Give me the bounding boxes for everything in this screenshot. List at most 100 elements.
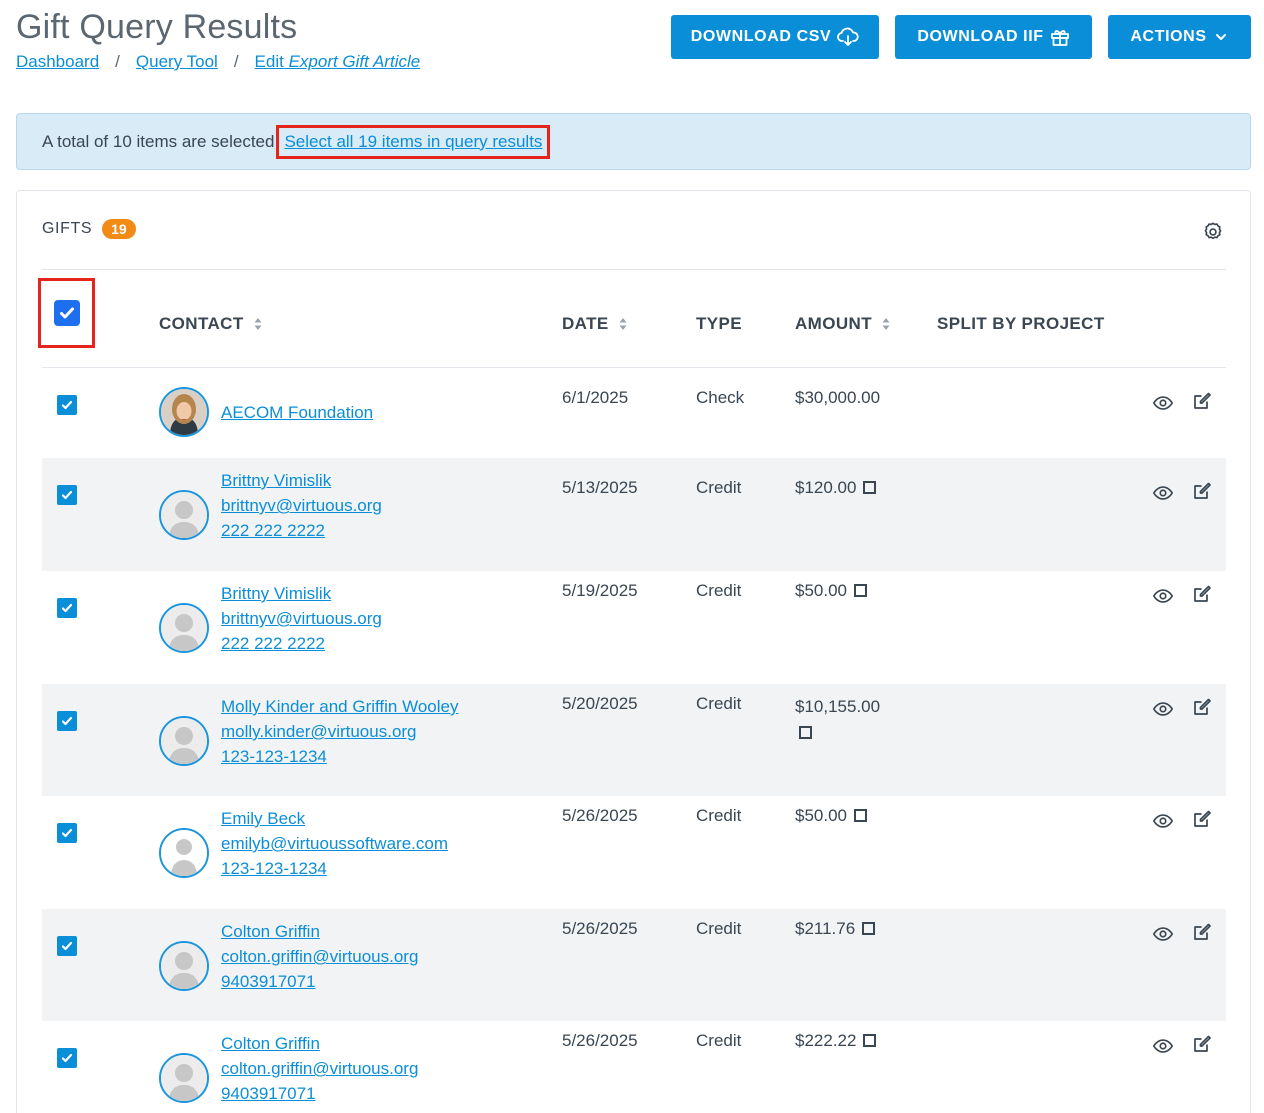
gift-amount-value: $222.22 — [795, 1031, 857, 1050]
row-checkbox[interactable] — [57, 1048, 77, 1068]
sort-icon — [882, 318, 890, 330]
download-iif-button[interactable]: DOWNLOAD IIF — [895, 15, 1092, 59]
avatar — [159, 716, 209, 766]
avatar — [159, 941, 209, 991]
selection-count-text: A total of 10 items are selected — [42, 131, 275, 151]
row-checkbox[interactable] — [57, 823, 77, 843]
contact-name-link[interactable]: Colton Griffin — [221, 919, 418, 944]
amount-checkbox[interactable] — [854, 809, 867, 822]
eye-icon[interactable] — [1152, 698, 1174, 720]
eye-icon[interactable] — [1152, 585, 1174, 607]
default-avatar-icon — [161, 830, 207, 876]
contact-phone-link[interactable]: 222 222 2222 — [221, 518, 382, 543]
contact-phone-link[interactable]: 9403917071 — [221, 1081, 418, 1106]
contact-email-link[interactable]: molly.kinder@virtuous.org — [221, 719, 458, 744]
eye-icon[interactable] — [1152, 923, 1174, 945]
contact-cell: Colton Griffin colton.griffin@virtuous.o… — [221, 919, 418, 994]
table-row: Molly Kinder and Griffin Wooley molly.ki… — [42, 684, 1226, 796]
gift-amount: $50.00 — [795, 581, 867, 601]
edit-icon[interactable] — [1192, 391, 1212, 411]
amount-checkbox[interactable] — [863, 1034, 877, 1047]
gift-icon — [1050, 30, 1069, 46]
contact-phone-link[interactable]: 123-123-1234 — [221, 856, 448, 881]
breadcrumb-edit-query-name: Export Gift Article — [288, 52, 421, 71]
edit-icon[interactable] — [1192, 697, 1212, 717]
column-header-amount[interactable]: AMOUNT — [795, 314, 890, 334]
gift-date: 5/19/2025 — [562, 581, 638, 600]
column-header-contact[interactable]: CONTACT — [159, 314, 262, 334]
actions-dropdown-button[interactable]: ACTIONS — [1108, 15, 1251, 59]
default-avatar-icon — [161, 718, 207, 764]
contact-name-link[interactable]: Emily Beck — [221, 806, 448, 831]
column-header-type-label: TYPE — [696, 314, 743, 333]
gift-type: Check — [696, 388, 745, 407]
gift-amount: $50.00 — [795, 806, 867, 826]
gear-icon[interactable] — [1202, 221, 1224, 243]
row-checkbox[interactable] — [57, 936, 77, 956]
eye-icon[interactable] — [1152, 482, 1174, 504]
column-header-amount-label: AMOUNT — [795, 314, 872, 333]
eye-icon[interactable] — [1152, 810, 1174, 832]
actions-label: ACTIONS — [1130, 28, 1207, 45]
contact-email-link[interactable]: brittnyv@virtuous.org — [221, 493, 382, 518]
contact-phone-link[interactable]: 123-123-1234 — [221, 744, 458, 769]
contact-name-link[interactable]: AECOM Foundation — [221, 400, 373, 425]
contact-email-link[interactable]: colton.griffin@virtuous.org — [221, 944, 418, 969]
download-iif-label: DOWNLOAD IIF — [917, 28, 1044, 45]
gift-amount-value: $30,000.00 — [795, 388, 881, 407]
eye-icon[interactable] — [1152, 392, 1174, 414]
row-checkbox[interactable] — [57, 711, 77, 731]
gift-amount-value: $120.00 — [795, 478, 857, 497]
row-checkbox[interactable] — [57, 598, 77, 618]
row-checkbox[interactable] — [57, 395, 77, 415]
select-all-results-link[interactable]: Select all 19 items in query results — [276, 124, 551, 159]
contact-email-link[interactable]: colton.griffin@virtuous.org — [221, 1056, 418, 1081]
contact-name-link[interactable]: Brittny Vimislik — [221, 468, 382, 493]
breadcrumb-edit-query-link[interactable]: Edit Export Gift Article — [255, 52, 421, 72]
edit-icon[interactable] — [1192, 584, 1212, 604]
breadcrumb: Dashboard / Query Tool / Edit Export Gif… — [16, 52, 420, 72]
amount-checkbox[interactable] — [799, 726, 812, 739]
amount-checkbox[interactable] — [862, 922, 876, 935]
contact-email-link[interactable]: brittnyv@virtuous.org — [221, 606, 382, 631]
contact-phone-link[interactable]: 9403917071 — [221, 969, 418, 994]
eye-icon[interactable] — [1152, 1035, 1174, 1057]
checkmark-icon — [61, 603, 73, 613]
column-header-date[interactable]: DATE — [562, 314, 627, 334]
gift-type: Credit — [696, 694, 742, 713]
select-all-checkbox[interactable] — [53, 300, 80, 326]
breadcrumb-dashboard-link[interactable]: Dashboard — [16, 52, 99, 72]
gift-type: Credit — [696, 919, 742, 938]
gift-amount: $30,000.00 — [795, 388, 880, 408]
edit-icon[interactable] — [1192, 922, 1212, 942]
breadcrumb-edit-prefix: Edit — [254, 52, 284, 71]
breadcrumb-query-tool-link[interactable]: Query Tool — [136, 52, 218, 72]
contact-cell: Brittny Vimislik brittnyv@virtuous.org 2… — [221, 581, 382, 656]
column-header-date-label: DATE — [562, 314, 609, 333]
gift-type: Credit — [696, 581, 742, 600]
contact-photo — [161, 389, 207, 435]
default-avatar-icon — [161, 943, 207, 989]
avatar — [159, 387, 209, 437]
edit-icon[interactable] — [1192, 809, 1212, 829]
checkmark-icon — [59, 307, 74, 319]
gift-date: 5/26/2025 — [562, 1031, 638, 1050]
gift-amount-value: $50.00 — [795, 806, 847, 825]
checkmark-icon — [61, 490, 73, 500]
table-header: CONTACT DATE TYPE AMOUNT SPLIT BY PROJEC… — [38, 270, 1226, 368]
row-checkbox[interactable] — [57, 485, 77, 505]
table-row: Emily Beck emilyb@virtuoussoftware.com 1… — [42, 796, 1226, 909]
download-csv-button[interactable]: DOWNLOAD CSV — [671, 15, 879, 59]
contact-email-link[interactable]: emilyb@virtuoussoftware.com — [221, 831, 448, 856]
amount-checkbox[interactable] — [854, 584, 867, 597]
contact-phone-link[interactable]: 222 222 2222 — [221, 631, 382, 656]
contact-name-link[interactable]: Colton Griffin — [221, 1031, 418, 1056]
edit-icon[interactable] — [1192, 1034, 1212, 1054]
table-row: AECOM Foundation 6/1/2025 Check $30,000.… — [42, 368, 1226, 458]
column-header-contact-label: CONTACT — [159, 314, 244, 333]
edit-icon[interactable] — [1192, 481, 1212, 501]
column-header-type: TYPE — [696, 314, 742, 334]
amount-checkbox[interactable] — [863, 481, 877, 494]
contact-name-link[interactable]: Molly Kinder and Griffin Wooley — [221, 694, 458, 719]
contact-name-link[interactable]: Brittny Vimislik — [221, 581, 382, 606]
